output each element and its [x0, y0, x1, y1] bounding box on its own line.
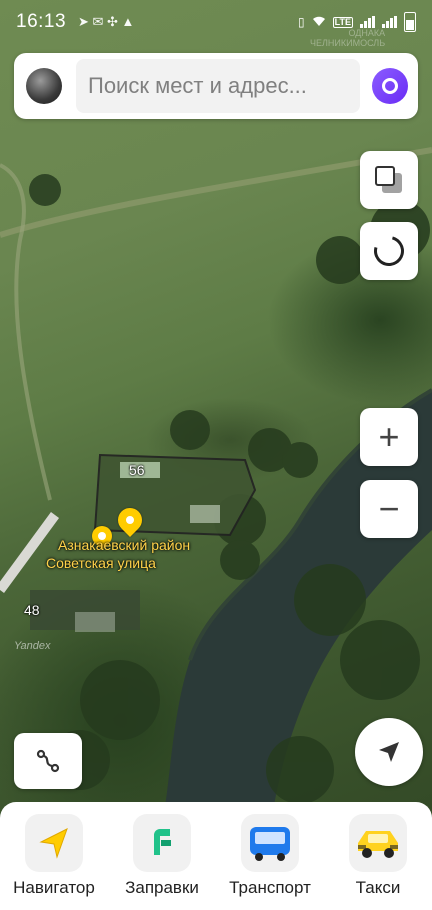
- place-label-street[interactable]: Советская улица: [46, 554, 156, 572]
- notification-icons: ➤ ✉ ✣ ▲: [78, 14, 135, 29]
- plus-icon: +: [378, 416, 400, 457]
- status-bar: 16:13 ➤ ✉ ✣ ▲ ▯ LTE: [0, 0, 432, 44]
- app-transport[interactable]: Транспорт: [216, 814, 324, 910]
- app-label-taxi: Такси: [355, 878, 401, 897]
- place-label-district[interactable]: Азнакаевский район: [58, 536, 190, 554]
- navigator-arrow-icon: [39, 827, 68, 859]
- transport-icon-tile: [241, 814, 299, 872]
- route-icon: [36, 749, 60, 773]
- navigator-icon-tile: [25, 814, 83, 872]
- app-navigator[interactable]: Навигатор: [0, 814, 108, 910]
- signal-icon: [360, 16, 375, 28]
- alice-map-button[interactable]: [360, 222, 418, 280]
- taxi-icon-tile: [349, 814, 407, 872]
- route-button[interactable]: [14, 733, 82, 789]
- status-indicators: ▯ LTE: [298, 12, 416, 32]
- search-input[interactable]: Поиск мест и адрес...: [76, 59, 360, 113]
- alice-icon: [382, 78, 398, 94]
- alice-voice-button[interactable]: [372, 68, 408, 104]
- app-taxi[interactable]: Такси: [324, 814, 432, 910]
- lte-badge: LTE: [332, 16, 353, 28]
- avatar[interactable]: [26, 68, 62, 104]
- battery-icon: [404, 12, 416, 32]
- building-number-56[interactable]: 56: [129, 462, 145, 478]
- taxi-car-icon: [358, 831, 398, 858]
- building-number-48[interactable]: 48: [24, 602, 40, 618]
- app-label-fuel: Заправки: [125, 878, 199, 897]
- status-time: 16:13: [16, 11, 67, 32]
- bottom-app-bar: Навигатор Заправки Транспорт Такси: [0, 802, 432, 910]
- fuel-icon: [154, 829, 171, 855]
- fuel-icon-tile: [133, 814, 191, 872]
- zoom-out-button[interactable]: −: [360, 480, 418, 538]
- signal-icon: [382, 16, 397, 28]
- my-location-button[interactable]: [355, 718, 423, 786]
- locate-arrow-icon: [379, 742, 399, 762]
- app-fuel[interactable]: Заправки: [108, 814, 216, 910]
- bus-icon: [250, 827, 290, 861]
- minus-icon: −: [378, 488, 400, 529]
- layers-icon: [375, 166, 403, 194]
- search-bar: Поиск мест и адрес...: [14, 53, 418, 119]
- yandex-copyright: Yandex: [14, 640, 51, 652]
- zoom-in-button[interactable]: +: [360, 408, 418, 466]
- vibrate-icon: ▯: [298, 15, 305, 29]
- alice-circle-icon: [368, 230, 410, 272]
- app-label-transport: Транспорт: [229, 878, 311, 897]
- layers-button[interactable]: [360, 151, 418, 209]
- wifi-icon: [312, 15, 326, 30]
- app-label-navigator: Навигатор: [13, 878, 95, 897]
